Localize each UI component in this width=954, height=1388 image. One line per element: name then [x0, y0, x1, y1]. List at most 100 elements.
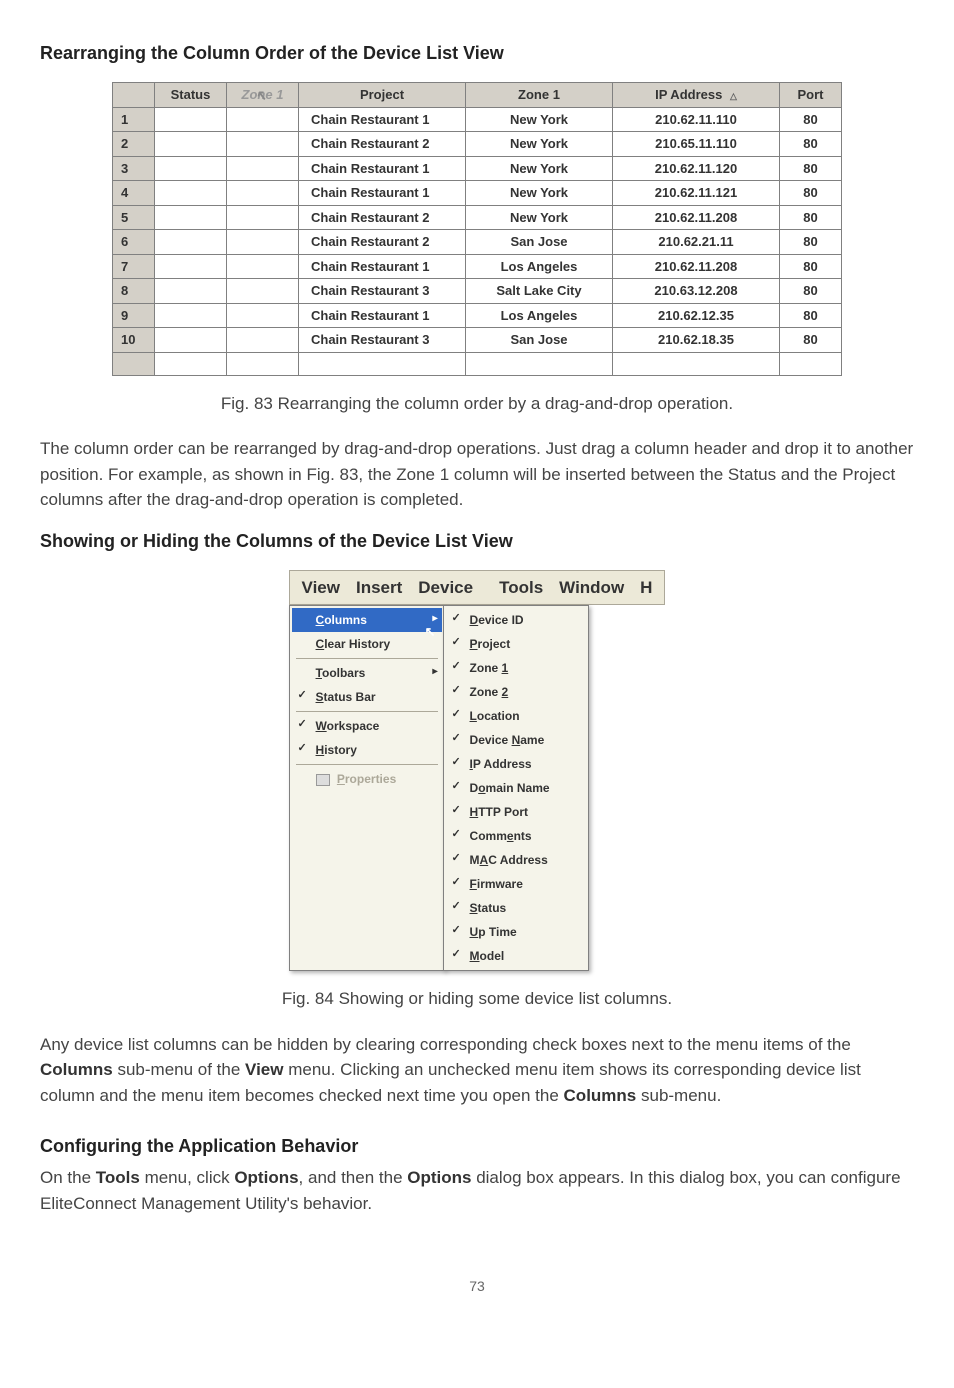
menubar: View Insert Device Tools Window H — [289, 570, 666, 606]
table-row[interactable]: 7 Chain Restaurant 1 Los Angeles 210.62.… — [113, 254, 842, 279]
port-cell: 80 — [780, 279, 842, 304]
submenu-item[interactable]: ✓Up Time — [446, 920, 586, 944]
table-row[interactable]: 6 Chain Restaurant 2 San Jose 210.62.21.… — [113, 230, 842, 255]
zone-drag-cell — [227, 156, 299, 181]
menu-item-clear-history[interactable]: Clear History — [292, 632, 442, 656]
submenu-item[interactable]: ✓Firmware — [446, 872, 586, 896]
menubar-item-h[interactable]: H — [632, 573, 660, 603]
row-number-cell: 4 — [113, 181, 155, 206]
row-number-cell: 7 — [113, 254, 155, 279]
submenu-arrow-icon: ▸ — [433, 664, 438, 679]
sort-asc-icon: △ — [730, 91, 737, 101]
port-cell: 80 — [780, 132, 842, 157]
col-header-rownum[interactable] — [113, 83, 155, 108]
zone-drag-cell — [227, 254, 299, 279]
submenu-label: Comments — [470, 829, 532, 843]
col-header-project[interactable]: Project — [299, 83, 466, 108]
submenu-item[interactable]: ✓Comments — [446, 824, 586, 848]
project-cell: Chain Restaurant 3 — [299, 279, 466, 304]
submenu-item[interactable]: ✓Model — [446, 944, 586, 968]
zone-drag-cell — [227, 279, 299, 304]
menu-item-properties: Properties — [292, 767, 442, 791]
col-header-drag-zone[interactable]: Zone 1 ↖ — [227, 83, 299, 108]
checkmark-icon: ✓ — [452, 850, 461, 867]
menu-separator — [296, 764, 438, 765]
status-cell — [155, 254, 227, 279]
menubar-item-window[interactable]: Window — [551, 573, 632, 603]
menubar-item-view[interactable]: View — [294, 573, 348, 603]
submenu-label: Up Time — [470, 925, 517, 939]
menu-item-status-bar[interactable]: ✓ Status Bar — [292, 685, 442, 709]
menu-item-columns[interactable]: Columns ▸ ↖ — [292, 608, 442, 632]
table-row[interactable]: 9 Chain Restaurant 1 Los Angeles 210.62.… — [113, 303, 842, 328]
history-label: History — [316, 743, 357, 757]
submenu-label: Location — [470, 709, 520, 723]
fig-83-caption: Fig. 83 Rearranging the column order by … — [40, 391, 914, 417]
submenu-label: IP Address — [470, 757, 532, 771]
row-number-cell: 9 — [113, 303, 155, 328]
menubar-item-device[interactable]: Device — [410, 573, 481, 603]
table-row[interactable]: 2 Chain Restaurant 2 New York 210.65.11.… — [113, 132, 842, 157]
checkmark-icon: ✓ — [452, 946, 461, 963]
submenu-item[interactable]: ✓Domain Name — [446, 776, 586, 800]
zone-drag-cell — [227, 205, 299, 230]
properties-label: Properties — [337, 772, 396, 786]
submenu-item[interactable]: ✓Status — [446, 896, 586, 920]
row-number-cell: 10 — [113, 328, 155, 353]
row-number-cell: 5 — [113, 205, 155, 230]
table-row[interactable]: 8 Chain Restaurant 3 Salt Lake City 210.… — [113, 279, 842, 304]
menu-item-history[interactable]: ✓ History — [292, 738, 442, 762]
row-number-cell: 3 — [113, 156, 155, 181]
para2-bold: Columns — [564, 1086, 637, 1105]
checkmark-icon: ✓ — [298, 687, 307, 704]
col-header-port[interactable]: Port — [780, 83, 842, 108]
checkmark-icon: ✓ — [298, 716, 307, 733]
paragraph-3: On the Tools menu, click Options, and th… — [40, 1165, 914, 1216]
ip-header-text: IP Address — [655, 87, 722, 102]
submenu-item[interactable]: ✓IP Address — [446, 752, 586, 776]
port-cell: 80 — [780, 205, 842, 230]
table-row[interactable]: 3 Chain Restaurant 1 New York 210.62.11.… — [113, 156, 842, 181]
project-cell: Chain Restaurant 2 — [299, 132, 466, 157]
menu-separator — [296, 711, 438, 712]
col-header-zone1[interactable]: Zone 1 — [466, 83, 613, 108]
menu-separator — [296, 658, 438, 659]
checkmark-icon: ✓ — [452, 874, 461, 891]
table-row[interactable]: 10 Chain Restaurant 3 San Jose 210.62.18… — [113, 328, 842, 353]
submenu-item[interactable]: ✓Project — [446, 632, 586, 656]
submenu-item[interactable]: ✓Device Name — [446, 728, 586, 752]
columns-label: Columns — [316, 613, 367, 627]
table-row-empty — [113, 352, 842, 375]
submenu-label: Status — [470, 901, 507, 915]
table-row[interactable]: 1 Chain Restaurant 1 New York 210.62.11.… — [113, 107, 842, 132]
properties-icon — [316, 774, 330, 786]
submenu-item[interactable]: ✓ MAC Address — [446, 848, 586, 872]
para3-text: On the — [40, 1168, 96, 1187]
col-header-status[interactable]: Status — [155, 83, 227, 108]
menu-item-workspace[interactable]: ✓ Workspace — [292, 714, 442, 738]
submenu-item[interactable]: ✓HTTP Port — [446, 800, 586, 824]
submenu-item[interactable]: ✓Location — [446, 704, 586, 728]
workspace-label: Workspace — [316, 719, 380, 733]
submenu-label: HTTP Port — [470, 805, 528, 819]
zone1-cell: Los Angeles — [466, 303, 613, 328]
menu-screenshot-container: View Insert Device Tools Window H Column… — [40, 570, 914, 972]
col-header-ip[interactable]: IP Address △ — [613, 83, 780, 108]
submenu-label: Zone 2 — [470, 685, 509, 699]
menubar-item-insert[interactable]: Insert — [348, 573, 410, 603]
submenu-item[interactable]: ✓Device ID — [446, 608, 586, 632]
table-row[interactable]: 4 Chain Restaurant 1 New York 210.62.11.… — [113, 181, 842, 206]
status-cell — [155, 230, 227, 255]
submenu-label: Zone 1 — [470, 661, 509, 675]
zone-drag-cell — [227, 107, 299, 132]
submenu-item[interactable]: ✓Zone 1 — [446, 656, 586, 680]
menu-item-toolbars[interactable]: Toolbars ▸ — [292, 661, 442, 685]
ip-cell: 210.62.11.208 — [613, 254, 780, 279]
menubar-item-tools[interactable]: Tools — [491, 573, 551, 603]
table-row[interactable]: 5 Chain Restaurant 2 New York 210.62.11.… — [113, 205, 842, 230]
para3-bold: Options — [234, 1168, 298, 1187]
submenu-label: MAC Address — [470, 853, 548, 867]
section-heading-2: Showing or Hiding the Columns of the Dev… — [40, 528, 914, 555]
port-cell: 80 — [780, 181, 842, 206]
submenu-item[interactable]: ✓Zone 2 — [446, 680, 586, 704]
